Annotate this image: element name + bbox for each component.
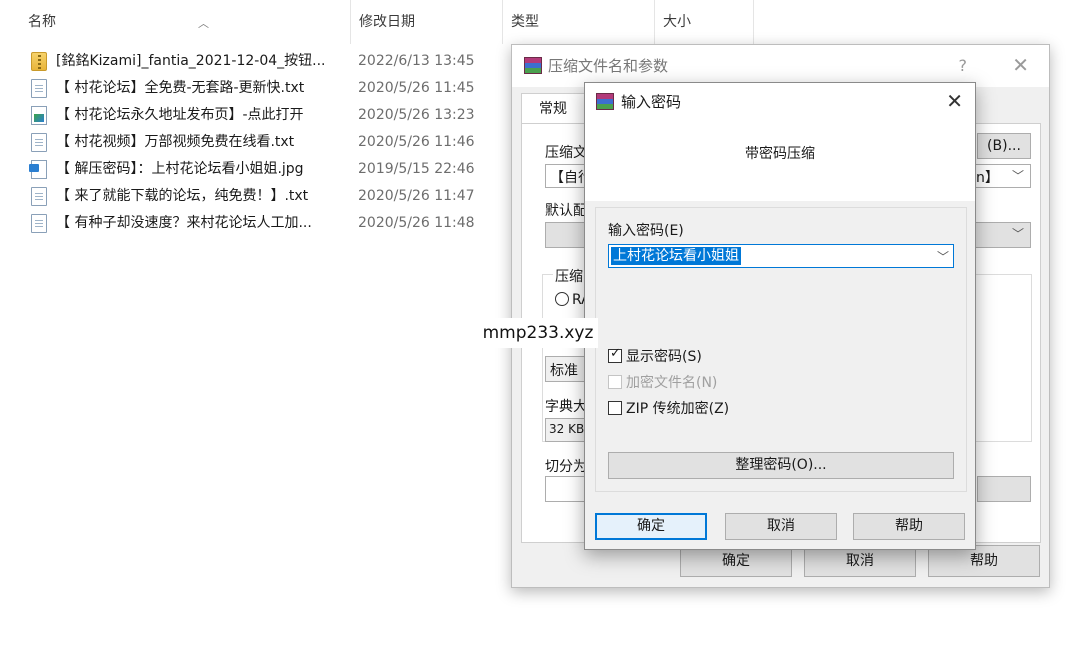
checkbox-checked-icon: ✓ bbox=[608, 346, 622, 363]
dialog-titlebar[interactable]: 压缩文件名和参数 ? ✕ bbox=[512, 45, 1049, 87]
file-name: [銘銘Kizami]_fantia_2021-12-04_按钮... bbox=[56, 53, 326, 69]
show-password-checkbox[interactable]: ✓ 显示密码(S) bbox=[608, 346, 702, 366]
file-name: 【 解压密码】：上村花论坛看小姐姐.jpg bbox=[56, 161, 304, 177]
format-group-label: 压缩 bbox=[553, 266, 585, 286]
dictionary-value: 32 KB bbox=[549, 422, 585, 436]
file-name: 【 来了就能下载的论坛，纯免费！】.txt bbox=[56, 188, 309, 204]
browse-button[interactable]: (B)... bbox=[977, 133, 1031, 159]
file-row[interactable]: [銘銘Kizami]_fantia_2021-12-04_按钮... 2022/… bbox=[28, 48, 498, 75]
password-label: 输入密码(E) bbox=[608, 223, 684, 239]
archive-name-label: 压缩文 bbox=[545, 145, 587, 161]
zip-folder-icon bbox=[31, 52, 47, 71]
close-icon[interactable]: ✕ bbox=[946, 83, 963, 119]
file-date: 2020/5/26 11:47 bbox=[358, 188, 475, 204]
cancel-button[interactable]: 取消 bbox=[725, 513, 837, 540]
zip-legacy-label: ZIP 传统加密(Z) bbox=[626, 401, 730, 417]
checkbox-icon bbox=[608, 401, 622, 415]
column-size[interactable]: 大小 bbox=[654, 0, 754, 44]
archive-name-suffix: n】 bbox=[976, 170, 999, 186]
ok-button[interactable]: 确定 bbox=[595, 513, 707, 540]
password-input[interactable]: 上村花论坛看小姐姐 ﹀ bbox=[608, 244, 954, 268]
file-date: 2020/5/26 11:46 bbox=[358, 134, 475, 150]
file-row[interactable]: 【 有种子却没速度？来村花论坛人工加... 2020/5/26 11:48 bbox=[28, 210, 498, 237]
help-button[interactable]: 帮助 bbox=[853, 513, 965, 540]
dialog-title: 输入密码 bbox=[621, 93, 682, 111]
column-name[interactable]: 名称 ︿ bbox=[20, 0, 350, 44]
text-file-icon bbox=[31, 79, 47, 98]
column-name-label: 名称 bbox=[28, 14, 56, 30]
password-dialog: 输入密码 ✕ 带密码压缩 输入密码(E) 上村花论坛看小姐姐 ﹀ ✓ 显示密码(S… bbox=[584, 82, 976, 550]
file-name: 【 村花视频】万部视频免费在线看.txt bbox=[56, 134, 295, 150]
file-row[interactable]: 【 村花论坛永久地址发布页】-点此打开 2020/5/26 13:23 bbox=[28, 102, 498, 129]
file-name: 【 村花论坛】全免费-无套路-更新快.txt bbox=[56, 80, 305, 96]
shortcut-file-icon bbox=[31, 106, 47, 125]
split-label: 切分为 bbox=[545, 459, 587, 475]
checkbox-icon bbox=[608, 375, 622, 389]
dialog-titlebar[interactable]: 输入密码 ✕ bbox=[585, 83, 975, 121]
tab-general[interactable]: 常规 bbox=[521, 93, 585, 125]
encrypt-filenames-label: 加密文件名(N) bbox=[626, 375, 718, 391]
file-date: 2019/5/15 22:46 bbox=[358, 161, 475, 177]
file-date: 2020/5/26 13:23 bbox=[358, 107, 475, 123]
radio-icon bbox=[555, 292, 569, 306]
file-list: [銘銘Kizami]_fantia_2021-12-04_按钮... 2022/… bbox=[28, 48, 498, 237]
browse-button-label: (B)... bbox=[987, 138, 1021, 154]
text-file-icon bbox=[31, 133, 47, 152]
column-date[interactable]: 修改日期 bbox=[350, 0, 500, 44]
watermark-text: mmp233.xyz bbox=[478, 318, 598, 348]
show-password-label: 显示密码(S) bbox=[626, 349, 702, 365]
default-profile-label: 默认配 bbox=[545, 203, 587, 219]
sort-up-icon: ︿ bbox=[198, 17, 209, 30]
help-icon[interactable]: ? bbox=[959, 45, 968, 87]
password-value: 上村花论坛看小姐姐 bbox=[611, 247, 741, 265]
file-row[interactable]: 【 村花视频】万部视频免费在线看.txt 2020/5/26 11:46 bbox=[28, 129, 498, 156]
dialog-header: 带密码压缩 bbox=[585, 121, 975, 201]
dictionary-label: 字典大 bbox=[545, 399, 587, 415]
image-file-icon bbox=[29, 160, 47, 179]
text-file-icon bbox=[31, 214, 47, 233]
dialog-heading: 带密码压缩 bbox=[745, 146, 815, 162]
password-group: 输入密码(E) 上村花论坛看小姐姐 ﹀ ✓ 显示密码(S) 加密文件名(N) ZI… bbox=[595, 207, 967, 492]
close-icon[interactable]: ✕ bbox=[1012, 45, 1029, 85]
winrar-icon bbox=[596, 93, 614, 110]
chevron-down-icon[interactable]: ﹀ bbox=[1012, 167, 1024, 184]
file-date: 2020/5/26 11:48 bbox=[358, 215, 475, 231]
winrar-icon bbox=[524, 57, 542, 74]
file-row[interactable]: 【 村花论坛】全免费-无套路-更新快.txt 2020/5/26 11:45 bbox=[28, 75, 498, 102]
text-file-icon bbox=[31, 187, 47, 206]
file-name: 【 有种子却没速度？来村花论坛人工加... bbox=[56, 215, 312, 231]
encrypt-filenames-checkbox[interactable]: 加密文件名(N) bbox=[608, 372, 717, 392]
organize-passwords-button[interactable]: 整理密码(O)... bbox=[608, 452, 954, 479]
chevron-down-icon: ﹀ bbox=[1012, 227, 1025, 241]
chevron-down-icon[interactable]: ﹀ bbox=[937, 246, 949, 268]
column-header: 名称 ︿ 修改日期 类型 大小 bbox=[0, 0, 760, 44]
column-type[interactable]: 类型 bbox=[502, 0, 652, 44]
right-side-button[interactable] bbox=[977, 476, 1031, 502]
file-date: 2020/5/26 11:45 bbox=[358, 80, 475, 96]
file-date: 2022/6/13 13:45 bbox=[358, 53, 475, 69]
file-name: 【 村花论坛永久地址发布页】-点此打开 bbox=[56, 107, 304, 123]
zip-legacy-checkbox[interactable]: ZIP 传统加密(Z) bbox=[608, 398, 729, 418]
method-value: 标准 bbox=[550, 363, 578, 379]
file-row[interactable]: 【 解压密码】：上村花论坛看小姐姐.jpg 2019/5/15 22:46 bbox=[28, 156, 498, 183]
dialog-title: 压缩文件名和参数 bbox=[548, 57, 669, 75]
file-row[interactable]: 【 来了就能下载的论坛，纯免费！】.txt 2020/5/26 11:47 bbox=[28, 183, 498, 210]
